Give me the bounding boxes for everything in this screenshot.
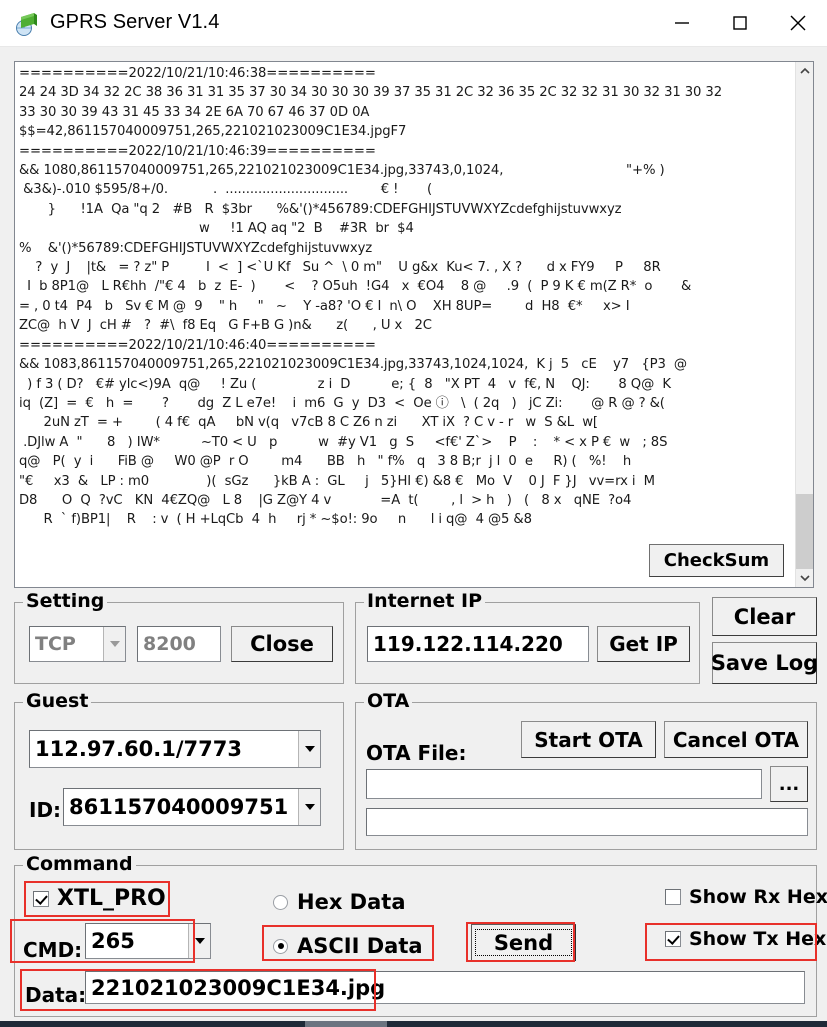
- send-button[interactable]: Send: [471, 924, 576, 961]
- setting-group-legend: Setting: [23, 590, 108, 612]
- chevron-down-icon[interactable]: [298, 789, 320, 825]
- radio-unselected-icon: [273, 894, 288, 910]
- maximize-button[interactable]: [711, 0, 769, 46]
- guest-group: Guest 112.97.60.1/7773 ID: 8611570400097…: [14, 690, 344, 850]
- protocol-select-value: TCP: [35, 633, 76, 655]
- data-input[interactable]: 221021023009C1E34.jpg: [85, 971, 805, 1004]
- ota-browse-button[interactable]: ...: [770, 766, 808, 802]
- command-group-legend: Command: [23, 853, 136, 875]
- ota-group-legend: OTA: [364, 690, 413, 712]
- hex-data-radio[interactable]: Hex Data: [273, 890, 406, 914]
- ota-file-label: OTA File:: [366, 741, 467, 765]
- show-tx-hex-label: Show Tx Hex: [689, 928, 827, 950]
- xtl-pro-label: XTL_PRO: [57, 886, 166, 911]
- clear-button[interactable]: Clear: [712, 597, 817, 636]
- minimize-button[interactable]: [653, 0, 711, 46]
- guest-id-label: ID:: [29, 798, 62, 822]
- checkbox-checked-icon: [665, 931, 681, 947]
- chevron-down-icon[interactable]: [103, 627, 125, 661]
- show-rx-hex-checkbox[interactable]: Show Rx Hex: [665, 886, 827, 908]
- chevron-down-icon[interactable]: [188, 924, 210, 958]
- log-vertical-scrollbar[interactable]: [795, 62, 813, 587]
- hex-data-label: Hex Data: [297, 890, 406, 914]
- guest-id-value: 861157040009751: [69, 795, 289, 819]
- ascii-data-radio[interactable]: ASCII Data: [273, 934, 423, 958]
- guest-id-select[interactable]: 861157040009751: [63, 788, 321, 826]
- cmd-label: CMD:: [23, 938, 83, 962]
- checksum-button[interactable]: CheckSum: [649, 544, 784, 577]
- cmd-select-value: 265: [91, 929, 135, 953]
- internet-ip-input[interactable]: 119.122.114.220: [367, 626, 589, 662]
- guest-group-legend: Guest: [23, 690, 92, 712]
- log-output-panel: ==========2022/10/21/10:46:38========== …: [14, 61, 814, 588]
- checkbox-unchecked-icon: [665, 889, 681, 905]
- ota-status-input[interactable]: [366, 808, 808, 836]
- checkbox-checked-icon: [33, 890, 49, 907]
- guest-address-value: 112.97.60.1/7773: [35, 737, 242, 761]
- guest-address-select[interactable]: 112.97.60.1/7773: [29, 730, 321, 768]
- internet-ip-group: Internet IP 119.122.114.220 Get IP: [355, 590, 700, 684]
- gprs-app-icon: [14, 10, 40, 36]
- close-button[interactable]: [769, 0, 827, 46]
- ota-group: OTA Start OTA Cancel OTA OTA File: ...: [355, 690, 817, 850]
- window-title: GPRS Server V1.4: [50, 11, 220, 33]
- ota-file-input[interactable]: [366, 769, 762, 799]
- data-label: Data:: [25, 983, 87, 1007]
- chevron-down-icon[interactable]: [298, 731, 320, 767]
- save-log-button[interactable]: Save Log: [711, 642, 818, 684]
- send-button-label: Send: [475, 929, 572, 956]
- protocol-select[interactable]: TCP: [29, 626, 126, 662]
- cmd-select[interactable]: 265: [85, 923, 211, 959]
- setting-group: Setting TCP 8200 Close: [14, 590, 344, 684]
- scrollbar-thumb[interactable]: [796, 494, 813, 569]
- port-input[interactable]: 8200: [137, 626, 221, 662]
- xtl-pro-checkbox[interactable]: XTL_PRO: [33, 886, 166, 911]
- show-rx-hex-label: Show Rx Hex: [689, 886, 827, 908]
- gprs-server-window: GPRS Server V1.4 ==========2022/10/21/10…: [0, 0, 827, 1027]
- scroll-up-arrow-icon[interactable]: [796, 62, 813, 80]
- window-controls: [653, 0, 827, 46]
- get-ip-button[interactable]: Get IP: [597, 626, 690, 662]
- taskbar-strip: [0, 1021, 827, 1027]
- command-group: Command XTL_PRO CMD: 265 Hex Data ASCII …: [14, 853, 827, 1017]
- client-area: ==========2022/10/21/10:46:38========== …: [0, 46, 827, 1021]
- log-text: ==========2022/10/21/10:46:38========== …: [19, 66, 722, 528]
- taskbar-active-item: [305, 1021, 387, 1027]
- ascii-data-label: ASCII Data: [297, 934, 423, 958]
- show-tx-hex-checkbox[interactable]: Show Tx Hex: [665, 928, 826, 950]
- start-ota-button[interactable]: Start OTA: [521, 721, 656, 758]
- radio-selected-icon: [273, 938, 288, 954]
- internet-ip-group-legend: Internet IP: [364, 590, 486, 612]
- close-connection-button[interactable]: Close: [231, 626, 333, 662]
- scroll-down-arrow-icon[interactable]: [796, 569, 813, 587]
- cancel-ota-button[interactable]: Cancel OTA: [664, 721, 808, 758]
- title-bar: GPRS Server V1.4: [0, 0, 827, 46]
